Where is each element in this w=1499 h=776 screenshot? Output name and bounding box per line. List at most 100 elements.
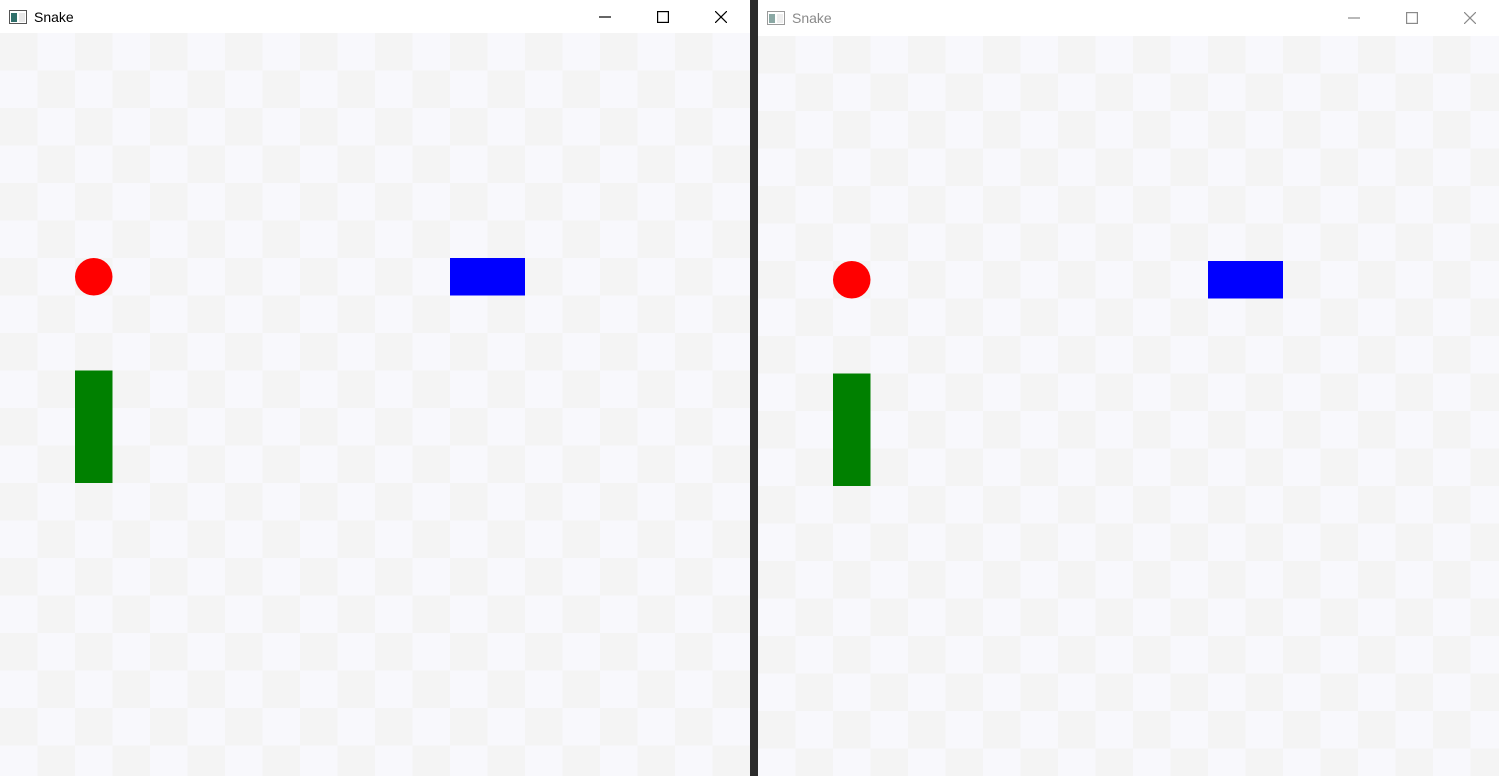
board-cell (1245, 711, 1283, 749)
board-cell (1058, 486, 1096, 524)
board-cell (1245, 36, 1283, 74)
board-cell (1208, 223, 1246, 261)
board-cell (1320, 186, 1358, 224)
board-cell (675, 108, 713, 146)
board-cell (908, 186, 946, 224)
board-cell (712, 445, 750, 483)
board-cell (37, 145, 75, 183)
board-cell (1470, 148, 1499, 186)
board-cell (562, 70, 600, 108)
board-cell (262, 708, 300, 746)
board-cell (675, 295, 713, 333)
board-cell (0, 595, 38, 633)
board-cell (487, 295, 525, 333)
board-cell (870, 261, 908, 299)
board-cell (37, 333, 75, 371)
board-cell (337, 70, 375, 108)
board-cell (795, 373, 833, 411)
board-cell (945, 561, 983, 599)
board-cell (1358, 636, 1396, 674)
board-cell (300, 295, 338, 333)
board-cell (1020, 186, 1058, 224)
board-cell (908, 336, 946, 374)
board-cell (1245, 73, 1283, 111)
board-cell (375, 408, 413, 446)
board-cell (525, 633, 563, 671)
board-cell (600, 745, 638, 776)
board-cell (1095, 748, 1133, 776)
board-cell (833, 673, 871, 711)
board-cell (1208, 673, 1246, 711)
board-cell (262, 670, 300, 708)
close-button[interactable] (692, 0, 750, 33)
board-cell (412, 558, 450, 596)
board-cell (1283, 336, 1321, 374)
board-cell (1095, 523, 1133, 561)
board-cell (945, 223, 983, 261)
board-cell (1395, 223, 1433, 261)
close-button[interactable] (1441, 0, 1499, 36)
board-cell (75, 295, 113, 333)
board-cell (225, 670, 263, 708)
board-cell (1358, 298, 1396, 336)
board-cell (300, 670, 338, 708)
board-cell (833, 711, 871, 749)
board-cell (1208, 711, 1246, 749)
board-cell (1395, 411, 1433, 449)
board-cell (1133, 448, 1171, 486)
board-cell (37, 483, 75, 521)
board-cell (412, 708, 450, 746)
board-cell (262, 108, 300, 146)
game-board[interactable] (758, 36, 1499, 776)
board-cell (1095, 711, 1133, 749)
board-cell (1058, 373, 1096, 411)
board-cell (600, 595, 638, 633)
board-cell (562, 595, 600, 633)
title-bar[interactable]: Snake (0, 0, 750, 33)
board-cell (450, 108, 488, 146)
board-cell (758, 336, 796, 374)
board-cell (1245, 561, 1283, 599)
board-cell (450, 670, 488, 708)
board-cell (0, 670, 38, 708)
board-cell (562, 633, 600, 671)
board-cell (1358, 336, 1396, 374)
board-cell (187, 258, 225, 296)
board-cell (450, 708, 488, 746)
board-cell (375, 670, 413, 708)
board-cell (337, 258, 375, 296)
board-cell (1095, 261, 1133, 299)
board-cell (262, 145, 300, 183)
board-cell (945, 486, 983, 524)
board-cell (412, 370, 450, 408)
minimize-button[interactable] (576, 0, 634, 33)
board-cell (450, 558, 488, 596)
board-cell (1358, 748, 1396, 776)
board-cell (562, 33, 600, 71)
board-cell (833, 223, 871, 261)
blue-snake (1208, 261, 1283, 299)
board-cell (1133, 186, 1171, 224)
board-cell (562, 708, 600, 746)
board-cell (1283, 111, 1321, 149)
title-bar[interactable]: Snake (758, 0, 1499, 36)
board-cell (758, 598, 796, 636)
game-board[interactable] (0, 33, 750, 776)
board-cell (1170, 261, 1208, 299)
board-cell (1020, 673, 1058, 711)
board-cell (487, 70, 525, 108)
board-cell (150, 558, 188, 596)
board-cell (1320, 523, 1358, 561)
board-cell (833, 186, 871, 224)
maximize-button[interactable] (634, 0, 692, 33)
board-cell (1358, 561, 1396, 599)
board-cell (450, 633, 488, 671)
maximize-button[interactable] (1383, 0, 1441, 36)
board-cell (1095, 561, 1133, 599)
board-cell (600, 183, 638, 221)
minimize-button[interactable] (1325, 0, 1383, 36)
board-cell (562, 558, 600, 596)
board-cell (1170, 336, 1208, 374)
board-cell (525, 370, 563, 408)
board-cell (870, 486, 908, 524)
